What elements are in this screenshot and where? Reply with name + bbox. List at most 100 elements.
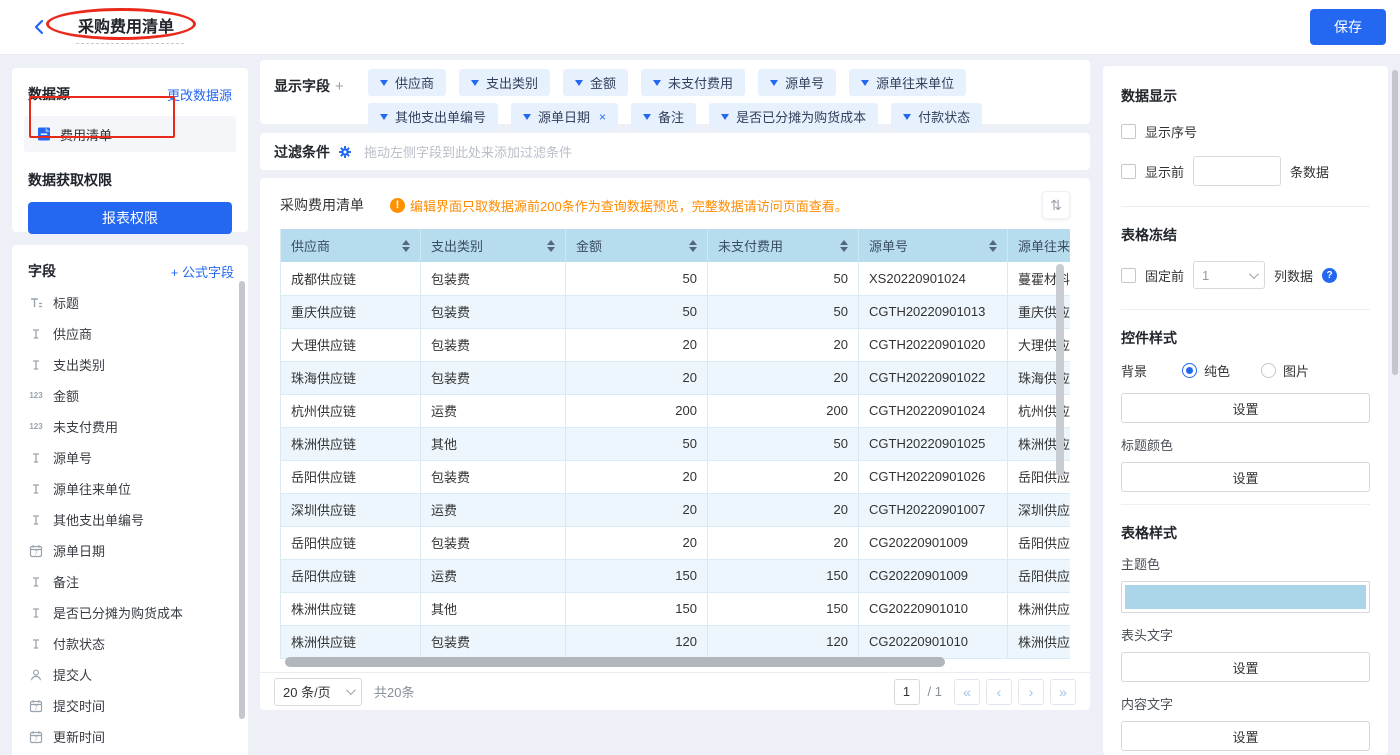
help-icon[interactable]: ? — [1322, 268, 1337, 283]
display-field-chip[interactable]: 备注 — [631, 103, 696, 130]
field-item[interactable]: 7源单日期 — [28, 535, 234, 566]
radio-icon[interactable] — [1261, 363, 1276, 378]
field-item[interactable]: 123未支付费用 — [28, 411, 234, 442]
last-page-icon[interactable]: » — [1050, 679, 1076, 705]
caret-down-icon[interactable] — [575, 80, 583, 86]
filter-panel[interactable]: 过滤条件 拖动左侧字段到此处来添加过滤条件 — [260, 133, 1090, 170]
caret-down-icon[interactable] — [380, 114, 388, 120]
bg-solid-option[interactable]: 纯色 — [1182, 361, 1230, 380]
table-row[interactable]: 株洲供应链包装费120120CG20220901010株洲供应链 — [281, 625, 1071, 658]
remove-chip-icon[interactable]: × — [599, 110, 606, 124]
title-color-set-button[interactable]: 设置 — [1121, 462, 1370, 492]
sort-arrows-icon[interactable] — [689, 240, 697, 252]
radio-selected-icon[interactable] — [1182, 363, 1197, 378]
field-item[interactable]: 源单号 — [28, 442, 234, 473]
column-header[interactable]: 源单号 — [859, 229, 1008, 262]
report-permission-button[interactable]: 报表权限 — [28, 202, 232, 234]
caret-down-icon[interactable] — [903, 114, 911, 120]
sort-arrows-icon[interactable] — [547, 240, 555, 252]
field-item[interactable]: 支出类别 — [28, 349, 234, 380]
caret-down-icon[interactable] — [721, 114, 729, 120]
table-row[interactable]: 大理供应链包装费2020CGTH20220901020大理供应链 — [281, 328, 1071, 361]
caret-down-icon[interactable] — [471, 80, 479, 86]
show-first-checkbox[interactable] — [1121, 164, 1136, 179]
field-item[interactable]: 7更新时间 — [28, 721, 234, 752]
column-header[interactable]: 支出类别 — [421, 229, 566, 262]
content-text-set-button[interactable]: 设置 — [1121, 721, 1370, 751]
field-item[interactable]: 其他支出单编号 — [28, 504, 234, 535]
column-header[interactable]: 供应商 — [281, 229, 421, 262]
display-field-chip[interactable]: 其他支出单编号 — [368, 103, 498, 130]
table-row[interactable]: 岳阳供应链包装费2020CG20220901009岳阳供应链 — [281, 526, 1071, 559]
display-field-chip[interactable]: 支出类别 — [459, 69, 550, 96]
table-vertical-scrollbar[interactable] — [1056, 264, 1064, 476]
field-item[interactable]: 是否已分摊为购货成本 — [28, 597, 234, 628]
freeze-count-select[interactable]: 1 — [1193, 261, 1265, 289]
page-title[interactable]: 采购费用清单 — [76, 11, 184, 44]
add-display-field-icon[interactable]: + — [335, 78, 344, 95]
add-formula-field-link[interactable]: + 公式字段 — [171, 262, 234, 281]
show-index-checkbox[interactable] — [1121, 124, 1136, 139]
display-field-chip[interactable]: 金额 — [563, 69, 628, 96]
fields-scrollbar[interactable] — [239, 281, 245, 719]
field-item[interactable]: 标题 — [28, 287, 234, 318]
caret-down-icon[interactable] — [523, 114, 531, 120]
table-row[interactable]: 深圳供应链运费2020CGTH20220901007深圳供应链 — [281, 493, 1071, 526]
column-header[interactable]: 源单往来单位 — [1008, 229, 1071, 262]
current-page-input[interactable]: 1 — [894, 679, 920, 705]
field-item[interactable]: 123金额 — [28, 380, 234, 411]
table-row[interactable]: 株洲供应链其他5050CGTH20220901025株洲供应链 — [281, 427, 1071, 460]
prev-page-icon[interactable]: ‹ — [986, 679, 1012, 705]
display-field-chip[interactable]: 是否已分摊为购货成本 — [709, 103, 878, 130]
freeze-checkbox[interactable] — [1121, 268, 1136, 283]
back-icon[interactable] — [28, 16, 50, 38]
field-item-label: 标题 — [53, 293, 79, 312]
save-button[interactable]: 保存 — [1310, 9, 1386, 45]
caret-down-icon[interactable] — [380, 80, 388, 86]
table-row[interactable]: 株洲供应链其他150150CG20220901010株洲供应链 — [281, 592, 1071, 625]
table-row[interactable]: 杭州供应链运费200200CGTH20220901024杭州供应链 — [281, 394, 1071, 427]
sort-arrows-icon[interactable] — [402, 240, 410, 252]
field-item-label: 备注 — [53, 572, 79, 591]
field-item[interactable]: 7提交时间 — [28, 690, 234, 721]
caret-down-icon[interactable] — [770, 80, 778, 86]
display-field-chip[interactable]: 源单号 — [758, 69, 836, 96]
table-horizontal-scrollbar[interactable] — [285, 657, 945, 667]
field-item[interactable]: 源单往来单位 — [28, 473, 234, 504]
sort-toggle-icon[interactable]: ⇅ — [1042, 191, 1070, 219]
table-row[interactable]: 成都供应链包装费5050XS20220901024蔓霍材料 — [281, 262, 1071, 295]
theme-color-swatch[interactable] — [1121, 581, 1370, 613]
caret-down-icon[interactable] — [653, 80, 661, 86]
caret-down-icon[interactable] — [643, 114, 651, 120]
display-field-chip[interactable]: 源单往来单位 — [849, 69, 966, 96]
display-field-chip[interactable]: 付款状态 — [891, 103, 982, 130]
table-row[interactable]: 重庆供应链包装费5050CGTH20220901013重庆供应链 — [281, 295, 1071, 328]
table-cell: 50 — [566, 427, 708, 460]
column-header[interactable]: 金额 — [566, 229, 708, 262]
column-header[interactable]: 未支付费用 — [708, 229, 859, 262]
table-row[interactable]: 岳阳供应链包装费2020CGTH20220901026岳阳供应链 — [281, 460, 1071, 493]
field-item[interactable]: 备注 — [28, 566, 234, 597]
display-field-chip[interactable]: 未支付费用 — [641, 69, 745, 96]
show-first-count-input[interactable] — [1193, 156, 1281, 186]
first-page-icon[interactable]: « — [954, 679, 980, 705]
field-item[interactable]: 供应商 — [28, 318, 234, 349]
field-item[interactable]: 提交人 — [28, 659, 234, 690]
page-size-select[interactable]: 20 条/页 — [274, 678, 362, 706]
background-set-button[interactable]: 设置 — [1121, 393, 1370, 423]
gear-icon[interactable] — [338, 145, 352, 159]
change-datasource-link[interactable]: 更改数据源 — [167, 85, 232, 104]
next-page-icon[interactable]: › — [1018, 679, 1044, 705]
sort-arrows-icon[interactable] — [840, 240, 848, 252]
field-item[interactable]: 付款状态 — [28, 628, 234, 659]
table-row[interactable]: 岳阳供应链运费150150CG20220901009岳阳供应链 — [281, 559, 1071, 592]
display-field-chip[interactable]: 供应商 — [368, 69, 446, 96]
header-text-set-button[interactable]: 设置 — [1121, 652, 1370, 682]
caret-down-icon[interactable] — [861, 80, 869, 86]
sort-arrows-icon[interactable] — [989, 240, 997, 252]
display-field-chip[interactable]: 源单日期× — [511, 103, 618, 130]
page-scrollbar[interactable] — [1392, 70, 1398, 375]
datasource-item[interactable]: 费用清单 — [24, 116, 236, 152]
bg-image-option[interactable]: 图片 — [1261, 361, 1309, 380]
table-row[interactable]: 珠海供应链包装费2020CGTH20220901022珠海供应链 — [281, 361, 1071, 394]
